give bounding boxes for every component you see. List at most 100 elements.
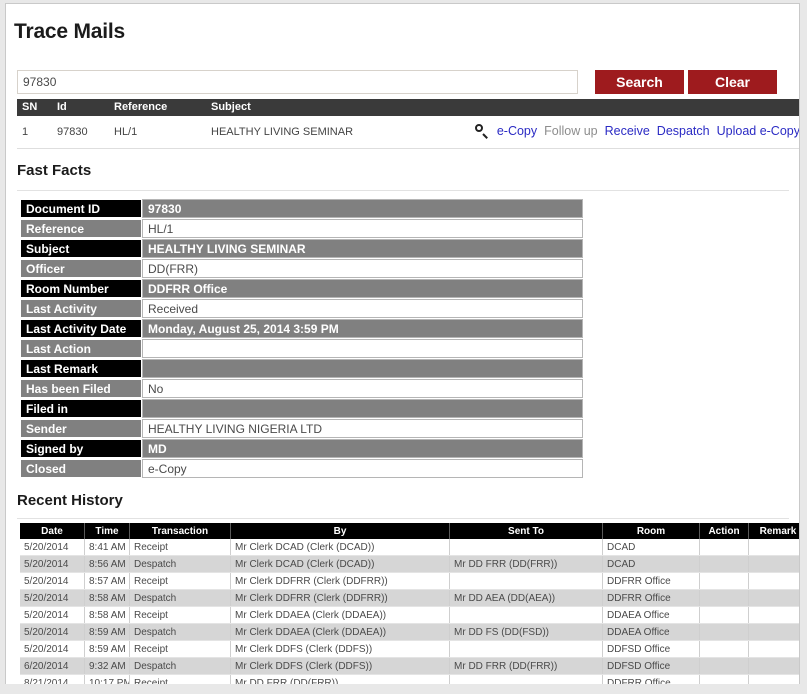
history-cell-time: 9:32 AM: [84, 657, 130, 675]
history-cell-date: 5/20/2014: [20, 623, 85, 641]
search-icon[interactable]: [474, 124, 489, 138]
history-cell-time: 8:59 AM: [84, 640, 130, 658]
fast-facts-value: MD: [142, 439, 583, 458]
result-id: 97830: [57, 126, 88, 138]
history-cell-room: DDFRR Office: [602, 589, 700, 607]
history-cell-sent-to: Mr DD FRR (DD(FRR)): [449, 657, 603, 675]
history-cell-remark: [748, 539, 799, 556]
history-cell-sent-to: Mr DD FS (DD(FSD)): [449, 623, 603, 641]
history-cell-date: 5/20/2014: [20, 589, 85, 607]
history-cell-sent-to: Mr DD AEA (DD(AEA)): [449, 589, 603, 607]
despatch-link[interactable]: Despatch: [657, 124, 710, 138]
results-column-sn: SN: [22, 101, 38, 113]
fast-facts-row: Last Activity Received: [20, 299, 583, 318]
fast-facts-label: Document ID: [20, 199, 142, 218]
recent-history-table: Date Time Transaction By Sent To Room Action Re…: [20, 523, 799, 688]
fast-facts-label: Has been Filed: [20, 379, 142, 398]
results-table-row[interactable]: 1 97830 HL/1 HEALTHY LIVING SEMINAR e-Co…: [17, 116, 799, 149]
history-cell-room: DDFSD Office: [602, 657, 700, 675]
history-cell-sent-to: [449, 572, 603, 590]
fast-facts-row: Room Number DDFRR Office: [20, 279, 583, 298]
history-cell-time: 8:59 AM: [84, 623, 130, 641]
history-cell-sent-to: [449, 606, 603, 624]
upload-ecopy-link[interactable]: Upload e-Copy: [717, 124, 799, 138]
history-column-room: Room: [602, 523, 700, 539]
recent-history-heading: Recent History: [17, 492, 123, 509]
ecopy-link[interactable]: e-Copy: [497, 124, 537, 138]
fast-facts-row: Filed in: [20, 399, 583, 418]
history-cell-date: 5/20/2014: [20, 555, 85, 573]
history-cell-action: [699, 640, 749, 658]
fast-facts-row: Closed e-Copy: [20, 459, 583, 478]
history-cell-transaction: Despatch: [129, 657, 231, 675]
fast-facts-row: Document ID 97830: [20, 199, 583, 218]
fast-facts-value: DDFRR Office: [142, 279, 583, 298]
history-cell-time: 8:58 AM: [84, 606, 130, 624]
fast-facts-value: [142, 359, 583, 378]
history-cell-remark: [748, 657, 799, 675]
history-cell-date: 5/20/2014: [20, 572, 85, 590]
fast-facts-row: Signed by MD: [20, 439, 583, 458]
history-cell-by: Mr Clerk DDFRR (Clerk (DDFRR)): [230, 589, 450, 607]
history-cell-sent-to: Mr DD FRR (DD(FRR)): [449, 555, 603, 573]
table-row: 5/20/2014 8:57 AM Receipt Mr Clerk DDFRR (C…: [20, 572, 799, 590]
history-cell-transaction: Receipt: [129, 539, 231, 556]
history-cell-by: Mr Clerk DDAEA (Clerk (DDAEA)): [230, 606, 450, 624]
table-row: 6/20/2014 9:32 AM Despatch Mr Clerk DDFS (C…: [20, 657, 799, 675]
history-cell-remark: [748, 606, 799, 624]
history-cell-by: Mr Clerk DCAD (Clerk (DCAD)): [230, 539, 450, 556]
fast-facts-label: Officer: [20, 259, 142, 278]
clear-button[interactable]: Clear: [688, 70, 777, 94]
results-table-header: SN Id Reference Subject: [17, 99, 799, 116]
fast-facts-row: Reference HL/1: [20, 219, 583, 238]
fast-facts-value: No: [142, 379, 583, 398]
history-cell-time: 8:58 AM: [84, 589, 130, 607]
fast-facts-value: Received: [142, 299, 583, 318]
history-cell-transaction: Despatch: [129, 623, 231, 641]
fast-facts-row: Subject HEALTHY LIVING SEMINAR: [20, 239, 583, 258]
fast-facts-label: Last Activity Date: [20, 319, 142, 338]
history-cell-action: [699, 623, 749, 641]
history-column-action: Action: [699, 523, 749, 539]
fast-facts-label: Last Activity: [20, 299, 142, 318]
history-column-sent-to: Sent To: [449, 523, 603, 539]
fast-facts-value: [142, 339, 583, 358]
history-cell-room: DDAEA Office: [602, 606, 700, 624]
fast-facts-row: Last Remark: [20, 359, 583, 378]
history-cell-transaction: Receipt: [129, 640, 231, 658]
fast-facts-value: DD(FRR): [142, 259, 583, 278]
page-title: Trace Mails: [14, 20, 126, 43]
fast-facts-label: Closed: [20, 459, 142, 478]
history-cell-room: DDFRR Office: [602, 572, 700, 590]
history-cell-action: [699, 555, 749, 573]
results-column-id: Id: [57, 101, 67, 113]
history-cell-by: Mr Clerk DCAD (Clerk (DCAD)): [230, 555, 450, 573]
history-header-row: Date Time Transaction By Sent To Room Action Re…: [20, 523, 799, 539]
fast-facts-row: Has been Filed No: [20, 379, 583, 398]
search-button[interactable]: Search: [595, 70, 684, 94]
history-cell-remark: [748, 589, 799, 607]
fast-facts-value: HL/1: [142, 219, 583, 238]
fast-facts-row: Officer DD(FRR): [20, 259, 583, 278]
fast-facts-value: 97830: [142, 199, 583, 218]
history-cell-by: Mr Clerk DDAEA (Clerk (DDAEA)): [230, 623, 450, 641]
fast-facts-table: Document ID 97830 Reference HL/1 Subject HEAL…: [20, 198, 583, 479]
history-cell-remark: [748, 572, 799, 590]
results-table: SN Id Reference Subject 1 97830 HL/1 HEA…: [17, 99, 799, 149]
history-column-remark: Remark: [748, 523, 799, 539]
history-cell-sent-to: [449, 539, 603, 556]
fast-facts-value: HEALTHY LIVING NIGERIA LTD: [142, 419, 583, 438]
history-cell-time: 8:41 AM: [84, 539, 130, 556]
table-row: 5/20/2014 8:56 AM Despatch Mr Clerk DCAD (C…: [20, 555, 799, 573]
history-cell-date: 5/20/2014: [20, 606, 85, 624]
history-cell-room: DCAD: [602, 555, 700, 573]
history-cell-action: [699, 572, 749, 590]
receive-link[interactable]: Receive: [605, 124, 650, 138]
search-input[interactable]: [17, 70, 578, 94]
fast-facts-label: Last Remark: [20, 359, 142, 378]
fast-facts-row: Last Action: [20, 339, 583, 358]
table-row: 5/20/2014 8:58 AM Despatch Mr Clerk DDFRR (…: [20, 589, 799, 607]
page-bottom-edge: [0, 684, 807, 694]
history-cell-room: DDFSD Office: [602, 640, 700, 658]
history-cell-action: [699, 589, 749, 607]
